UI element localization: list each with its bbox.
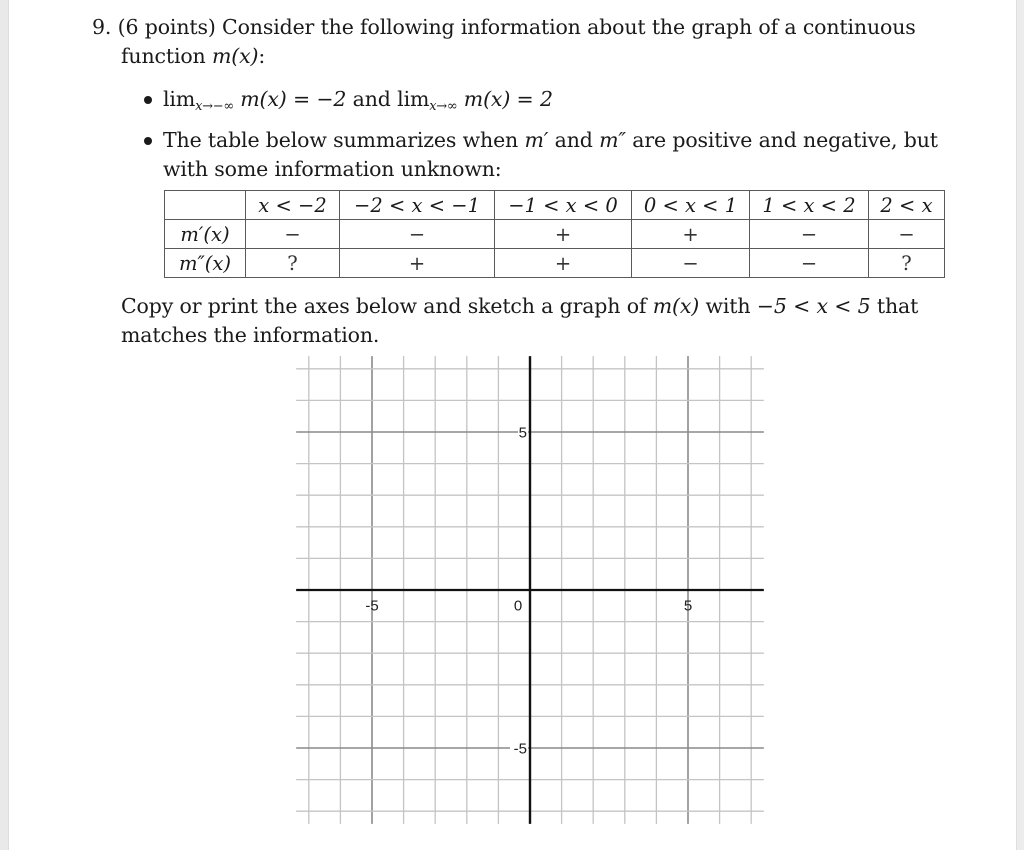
y-tick-label: 5 (519, 425, 527, 442)
coordinate-grid: -5 0 5 5 -5 (296, 356, 764, 824)
x-tick-label: -5 (365, 598, 378, 615)
y-tick-label: -5 (514, 741, 527, 758)
axes (296, 356, 764, 824)
x-tick-label: 5 (684, 598, 692, 615)
x-tick-label: 0 (514, 598, 522, 615)
